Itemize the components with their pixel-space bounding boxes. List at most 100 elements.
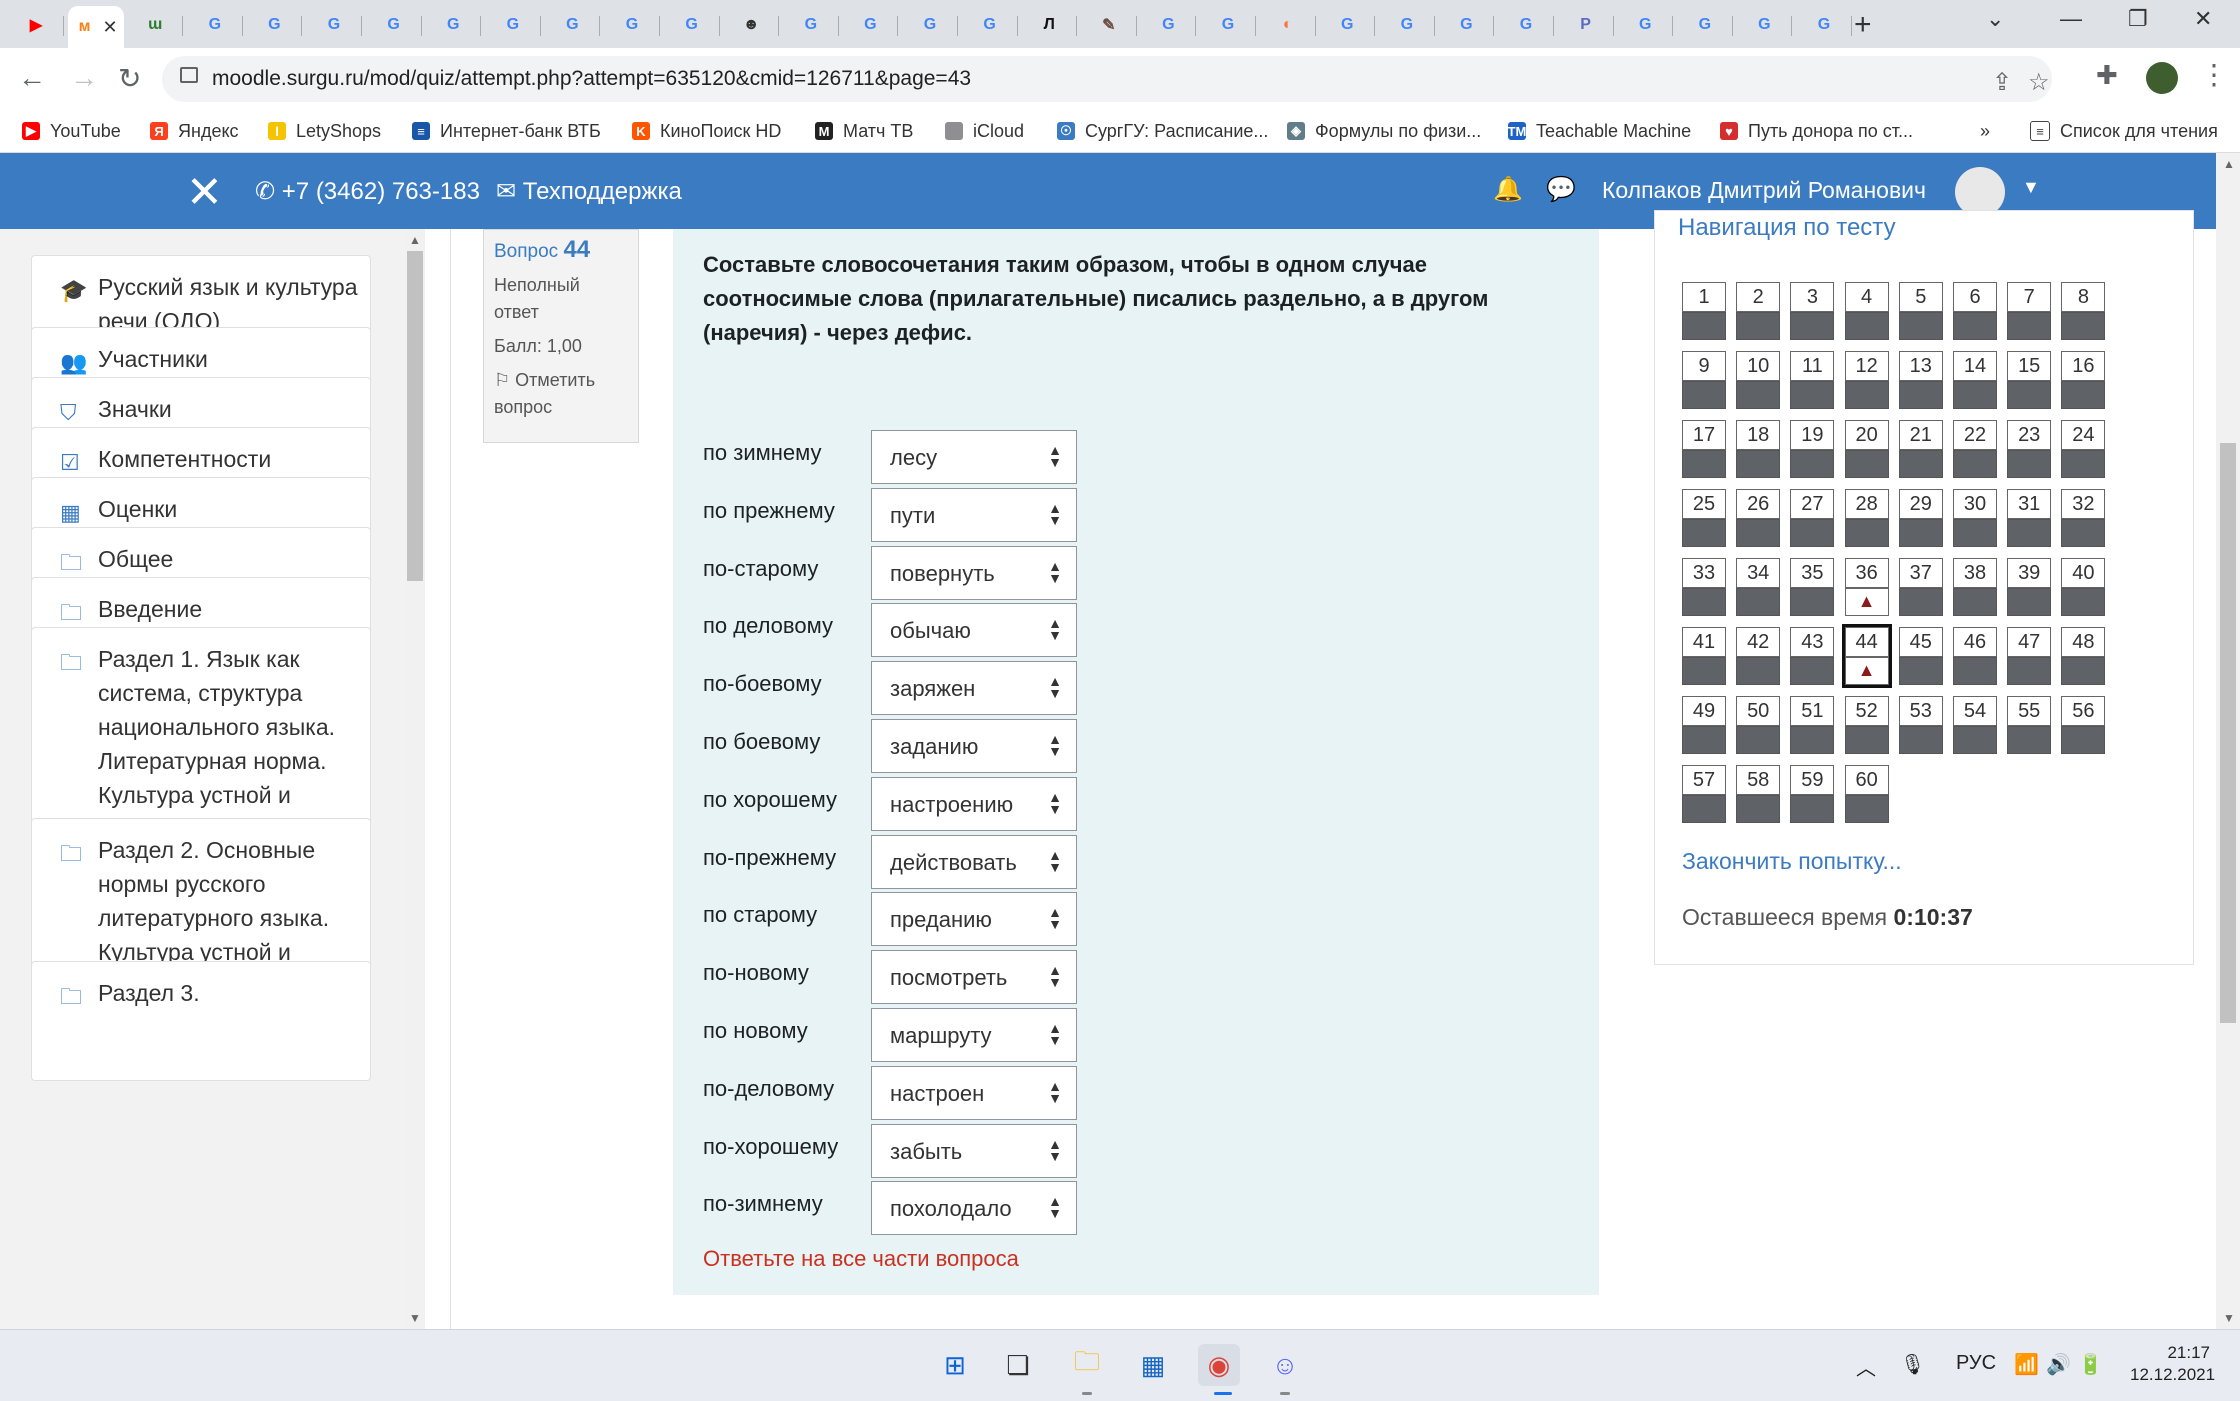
microphone-icon[interactable]: 🎙 [1900, 1352, 1925, 1377]
browser-tab[interactable]: G [1319, 6, 1376, 44]
quiz-nav-button[interactable]: 32 [2061, 489, 2106, 547]
user-name[interactable]: Колпаков Дмитрий Романович [1602, 177, 1926, 204]
battery-icon[interactable]: 🔋 [2078, 1352, 2103, 1377]
new-tab-button[interactable]: + [1854, 8, 1872, 42]
browser-tab[interactable]: G [1200, 6, 1256, 44]
browser-tab[interactable]: G [485, 6, 541, 44]
back-button[interactable]: ← [18, 62, 46, 94]
quiz-nav-button[interactable]: 23 [2007, 420, 2052, 478]
bookmark-item[interactable]: TM Teachable Machine [1508, 116, 1692, 146]
quiz-nav-button[interactable]: 58 [1736, 765, 1781, 823]
quiz-nav-button[interactable]: 15 [2007, 351, 2052, 409]
quiz-nav-button[interactable]: 38 [1953, 558, 1997, 616]
browser-tab[interactable]: G [1796, 6, 1852, 44]
scroll-down-arrow-icon[interactable]: ▼ [409, 1311, 421, 1325]
browser-tab[interactable]: G [1677, 6, 1733, 44]
file-explorer-icon[interactable]: 🗀 [1066, 1344, 1108, 1386]
quiz-nav-button[interactable]: 30 [1953, 489, 1997, 547]
browser-tab[interactable]: G [306, 6, 362, 44]
discord-icon[interactable]: ☺ [1264, 1344, 1306, 1386]
browser-tab[interactable]: G [664, 6, 720, 44]
quiz-nav-button[interactable]: 47 [2007, 627, 2052, 685]
quiz-nav-button[interactable]: 29 [1898, 489, 1943, 547]
browser-tab[interactable]: G [1498, 6, 1554, 44]
bookmark-item[interactable]: ≡ Интернет-банк ВТБ [412, 116, 601, 146]
quiz-nav-button[interactable]: 49 [1682, 696, 1726, 754]
browser-tab[interactable]: G [246, 6, 303, 44]
page-scroll-up-icon[interactable]: ▲ [2223, 157, 2235, 171]
quiz-nav-button[interactable]: 57 [1682, 765, 1726, 823]
quiz-nav-button[interactable]: 17 [1682, 420, 1726, 478]
match-select[interactable]: пути ▲ ▼ [871, 487, 1077, 542]
reading-list-button[interactable]: ≡ Список для чтения [2030, 116, 2218, 146]
quiz-nav-button[interactable]: 11 [1790, 351, 1835, 409]
browser-tab[interactable]: ▶ [8, 6, 64, 44]
match-select[interactable]: настроен ▲ ▼ [871, 1065, 1077, 1120]
quiz-nav-button[interactable]: 51 [1790, 696, 1835, 754]
flag-question-link[interactable]: ⚐ Отметить вопрос [494, 367, 628, 421]
quiz-nav-button[interactable]: 1 [1682, 282, 1726, 340]
microsoft-store-icon[interactable]: ▦ [1132, 1344, 1174, 1386]
quiz-nav-button[interactable]: 3 [1790, 282, 1835, 340]
quiz-nav-button[interactable]: 22 [1953, 420, 1997, 478]
quiz-nav-button[interactable]: 50 [1736, 696, 1781, 754]
quiz-nav-button[interactable]: 48 [2061, 627, 2106, 685]
match-select[interactable]: повернуть ▲ ▼ [871, 545, 1077, 600]
bookmarks-more-button[interactable]: » [1980, 116, 1990, 146]
finish-attempt-link[interactable]: Закончить попытку... [1682, 848, 1902, 875]
close-tab-icon[interactable]: ✕ [103, 17, 118, 38]
browser-tab[interactable]: ɯ [127, 6, 184, 44]
quiz-nav-button[interactable]: 44 [1841, 624, 1892, 688]
match-select[interactable]: заданию ▲ ▼ [871, 719, 1077, 773]
drawer-scroll-thumb[interactable] [407, 251, 423, 581]
quiz-nav-button[interactable]: 46 [1953, 627, 1997, 685]
browser-tab[interactable]: G [1140, 6, 1197, 44]
bookmark-item[interactable]: ☉ СургГУ: Расписание... [1057, 116, 1268, 146]
bookmark-item[interactable]: M Матч ТВ [815, 116, 913, 146]
quiz-nav-button[interactable]: 56 [2061, 696, 2106, 754]
quiz-nav-button[interactable]: 54 [1953, 696, 1997, 754]
scroll-up-arrow-icon[interactable]: ▲ [409, 233, 421, 247]
page-scrollbar[interactable]: ▲ ▼ [2216, 153, 2240, 1329]
browser-tab[interactable]: G [187, 6, 243, 44]
browser-tab[interactable]: м ✕ [67, 6, 124, 48]
close-window-button[interactable]: ✕ [2194, 6, 2212, 32]
share-icon[interactable]: ⇪ [1992, 68, 2012, 97]
browser-tab[interactable]: G [902, 6, 958, 44]
quiz-nav-button[interactable]: 36 [1844, 558, 1889, 616]
quiz-nav-button[interactable]: 27 [1790, 489, 1835, 547]
quiz-nav-button[interactable]: 13 [1898, 351, 1943, 409]
match-select[interactable]: маршруту ▲ ▼ [871, 1008, 1077, 1062]
start-button-icon[interactable]: ⊞ [934, 1344, 976, 1386]
browser-tab[interactable]: G [366, 6, 422, 44]
restore-button[interactable]: ❐ [2128, 6, 2148, 32]
match-select[interactable]: преданию ▲ ▼ [871, 892, 1077, 947]
match-select[interactable]: забыть ▲ ▼ [871, 1123, 1077, 1178]
quiz-nav-button[interactable]: 20 [1844, 420, 1889, 478]
quiz-nav-button[interactable]: 4 [1844, 282, 1889, 340]
phone-link[interactable]: ✆ +7 (3462) 763-183 [255, 177, 480, 206]
quiz-nav-button[interactable]: 6 [1953, 282, 1997, 340]
quiz-nav-button[interactable]: 28 [1844, 489, 1889, 547]
match-select[interactable]: настроению ▲ ▼ [871, 776, 1077, 831]
match-select[interactable]: действовать ▲ ▼ [871, 834, 1077, 889]
user-menu-caret-icon[interactable]: ▼ [2022, 177, 2040, 198]
match-select[interactable]: похолодало ▲ ▼ [871, 1181, 1077, 1236]
browser-tab[interactable]: G [1617, 6, 1674, 44]
browser-tab[interactable]: G [1438, 6, 1495, 44]
notifications-bell-icon[interactable]: 🔔 [1493, 175, 1523, 204]
quiz-nav-button[interactable]: 43 [1790, 627, 1835, 685]
page-scroll-thumb[interactable] [2220, 443, 2236, 1023]
drawer-scrollbar[interactable]: ▲ ▼ [405, 229, 425, 1329]
browser-tab[interactable]: Л [1021, 6, 1078, 44]
quiz-nav-button[interactable]: 33 [1682, 558, 1726, 616]
quiz-nav-button[interactable]: 9 [1682, 351, 1726, 409]
quiz-nav-button[interactable]: 59 [1790, 765, 1835, 823]
support-link[interactable]: ✉ Техподдержка [496, 177, 682, 206]
match-select[interactable]: посмотреть ▲ ▼ [871, 950, 1077, 1005]
quiz-nav-button[interactable]: 5 [1898, 282, 1943, 340]
quiz-nav-button[interactable]: 8 [2061, 282, 2106, 340]
browser-tab[interactable]: G [544, 6, 601, 44]
quiz-nav-button[interactable]: 19 [1790, 420, 1835, 478]
browser-tab[interactable]: ◐ [1260, 6, 1316, 44]
